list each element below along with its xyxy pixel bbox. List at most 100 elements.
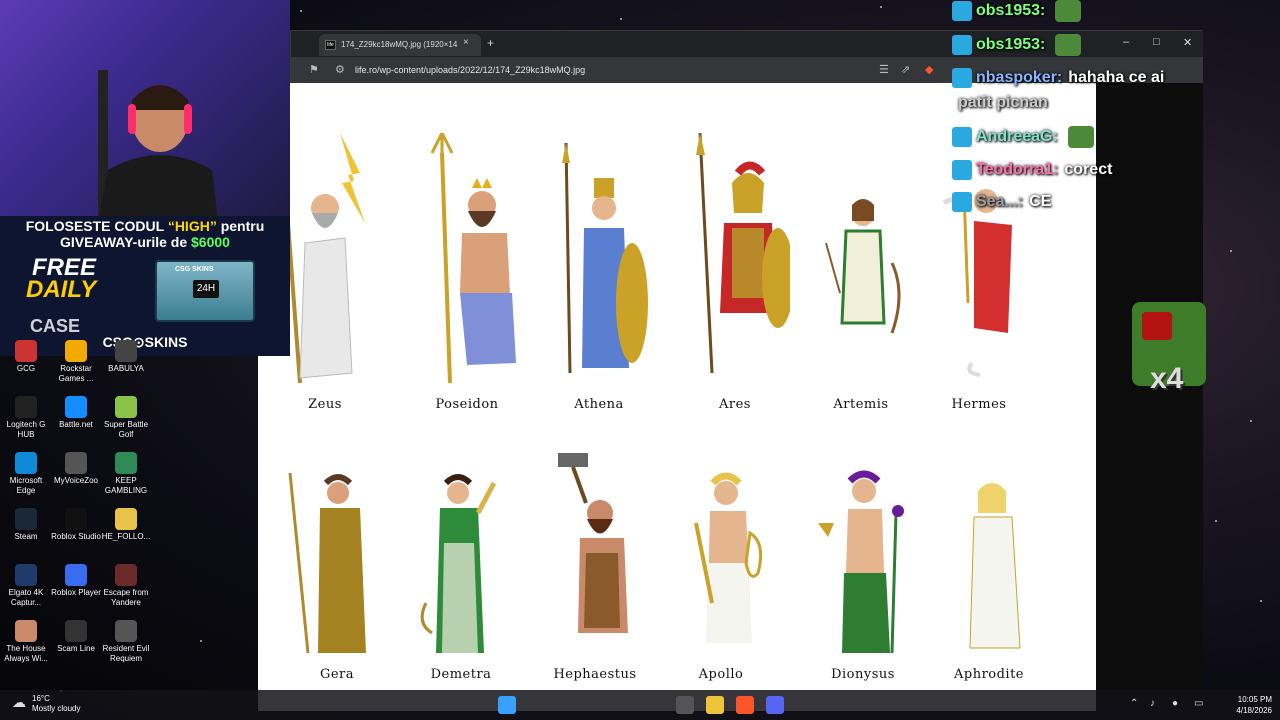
- case-box-icon: CSG SKINS 24H: [155, 260, 255, 322]
- badge-icon: [952, 1, 972, 21]
- file-explorer-icon[interactable]: [706, 696, 724, 714]
- weather-condition: Mostly cloudy: [32, 704, 81, 713]
- chat-text: corect: [1064, 161, 1113, 179]
- desktop-icon[interactable]: Roblox Studio: [50, 508, 102, 542]
- chat-message: patit picnan: [952, 94, 1048, 112]
- bookmark-icon[interactable]: ⚑: [309, 63, 319, 76]
- god-label: Zeus: [308, 397, 342, 412]
- app-icon: [15, 396, 37, 418]
- desktop-icon[interactable]: Elgato 4K Captur...: [0, 564, 52, 608]
- tab-close-icon[interactable]: ×: [463, 37, 469, 48]
- monitor-icon[interactable]: ▭: [1194, 698, 1203, 709]
- browser-tab[interactable]: life 174_Z29kc18wMQ.jpg (1920×14: [319, 34, 481, 56]
- volume-icon[interactable]: ♪: [1150, 698, 1155, 709]
- desktop-icon[interactable]: Rockstar Games ...: [50, 340, 102, 384]
- app-icon: [65, 340, 87, 362]
- desktop-icon-label: BABULYA: [108, 364, 144, 373]
- chat-text: patit picnan: [958, 94, 1048, 111]
- desktop-icon[interactable]: MyVoiceZoo: [50, 452, 102, 486]
- desktop-icon[interactable]: Battle.net: [50, 396, 102, 430]
- desktop-icon[interactable]: BABULYA: [100, 340, 152, 374]
- desktop-icon-label: The House Always Wi...: [4, 644, 48, 663]
- app-icon: [115, 564, 137, 586]
- clock-date: 4/18/2026: [1236, 706, 1272, 715]
- chat-username: obs1953:: [976, 36, 1046, 54]
- desktop-icon[interactable]: Resident Evil Requiem: [100, 620, 152, 664]
- app-icon: [15, 508, 37, 530]
- emote-icon: [1055, 34, 1082, 56]
- app-icon: [65, 508, 87, 530]
- chat-text: CE: [1029, 193, 1052, 211]
- badge-icon: [952, 68, 972, 88]
- pepe-emote-icon: x4: [1132, 302, 1206, 395]
- weather-widget[interactable]: ☁ 16°C Mostly cloudy: [8, 694, 80, 714]
- emote-icon: [1055, 0, 1082, 22]
- app-icon: [15, 452, 37, 474]
- url-field[interactable]: life.ro/wp-content/uploads/2022/12/174_Z…: [355, 65, 585, 75]
- promo-giveaway-line: GIVEAWAY-urile de $6000: [0, 234, 290, 250]
- promo-code: “HIGH”: [167, 218, 217, 234]
- chat-message: AndreeaG:: [952, 126, 1094, 148]
- brave-shield-icon[interactable]: ◆: [925, 63, 933, 76]
- microphone-icon[interactable]: ●: [1172, 698, 1178, 709]
- desktop-icon-label: Elgato 4K Captur...: [8, 588, 44, 607]
- god-label: Hermes: [951, 397, 1007, 412]
- desktop-icon[interactable]: Super Battle Golf: [100, 396, 152, 440]
- app-icon: [115, 508, 137, 530]
- desktop-icon[interactable]: Microsoft Edge: [0, 452, 52, 496]
- new-tab-button[interactable]: +: [487, 36, 494, 50]
- desktop-icon-label: Resident Evil Requiem: [102, 644, 150, 663]
- promo-daily: DAILY: [26, 276, 97, 303]
- app-icon: [115, 396, 137, 418]
- clock-time: 10:05 PM: [1237, 695, 1272, 704]
- desktop-icon[interactable]: GCG: [0, 340, 52, 374]
- chat-username: nbaspoker:: [976, 69, 1063, 87]
- desktop-icon-label: MyVoiceZoo: [53, 476, 99, 485]
- desktop-icon[interactable]: Steam: [0, 508, 52, 542]
- chat-text: hahaha ce ai: [1068, 69, 1165, 87]
- god-ares: Ares: [680, 133, 790, 423]
- desktop-icon[interactable]: Logitech G HUB: [0, 396, 52, 440]
- desktop-icon[interactable]: Roblox Player: [50, 564, 102, 598]
- taskbar: ☁ 16°C Mostly cloudy ⌃ ♪ ● ▭ 10:05 PM 4/…: [0, 690, 1280, 720]
- reader-mode-icon[interactable]: ☰: [879, 63, 889, 76]
- promo-text: FOLOSESTE CODUL: [25, 218, 168, 234]
- badge-icon: [952, 127, 972, 147]
- god-gera: Gera: [282, 453, 392, 703]
- desktop-icon-label: Roblox Player: [51, 588, 101, 597]
- desktop-icon-label: Logitech G HUB: [6, 420, 46, 439]
- desktop-icon[interactable]: Escape from Yandere: [100, 564, 152, 608]
- share-icon[interactable]: ⇗: [901, 63, 910, 76]
- promo-amount: $6000: [191, 234, 230, 250]
- start-icon[interactable]: [498, 696, 516, 714]
- desktop-icon[interactable]: Scam Line: [50, 620, 102, 654]
- chat-username: Sea...:: [976, 193, 1024, 211]
- chat-message: Sea...: CE: [952, 192, 1051, 212]
- tray-chevron-icon[interactable]: ⌃: [1130, 698, 1138, 709]
- promo-text: pentru: [216, 218, 265, 234]
- desktop-icon[interactable]: The House Always Wi...: [0, 620, 52, 664]
- chat-username: Teodorra1:: [976, 161, 1059, 179]
- cup-icon: [1142, 312, 1172, 340]
- god-label: Athena: [574, 397, 624, 412]
- app-icon: [115, 340, 137, 362]
- file-icon[interactable]: [676, 696, 694, 714]
- desktop-icon-label: Steam: [14, 532, 38, 541]
- cloud-icon: ☁: [12, 694, 26, 710]
- chat-username: obs1953:: [976, 2, 1046, 20]
- desktop-icon[interactable]: KEEP GAMBLING: [100, 452, 152, 496]
- discord-icon[interactable]: [766, 696, 784, 714]
- site-info-icon[interactable]: ⚙: [335, 63, 345, 76]
- brave-browser-icon[interactable]: [736, 696, 754, 714]
- god-dionysus: Dionysus: [808, 453, 918, 703]
- system-clock[interactable]: 10:05 PM 4/18/2026: [1220, 694, 1272, 716]
- god-aphrodite: Aphrodite: [934, 453, 1044, 703]
- desktop-icon-label: Battle.net: [59, 420, 93, 429]
- desktop-icon-label: HE_FOLLO...: [101, 532, 151, 541]
- desktop-icon[interactable]: HE_FOLLO...: [100, 508, 152, 542]
- promo-code-line: FOLOSESTE CODUL “HIGH” pentru: [0, 218, 290, 234]
- desktop-icon-label: Scam Line: [57, 644, 95, 653]
- promo-text: GIVEAWAY-urile de: [60, 234, 192, 250]
- app-icon: [115, 452, 137, 474]
- chat-message: obs1953:: [952, 0, 1082, 22]
